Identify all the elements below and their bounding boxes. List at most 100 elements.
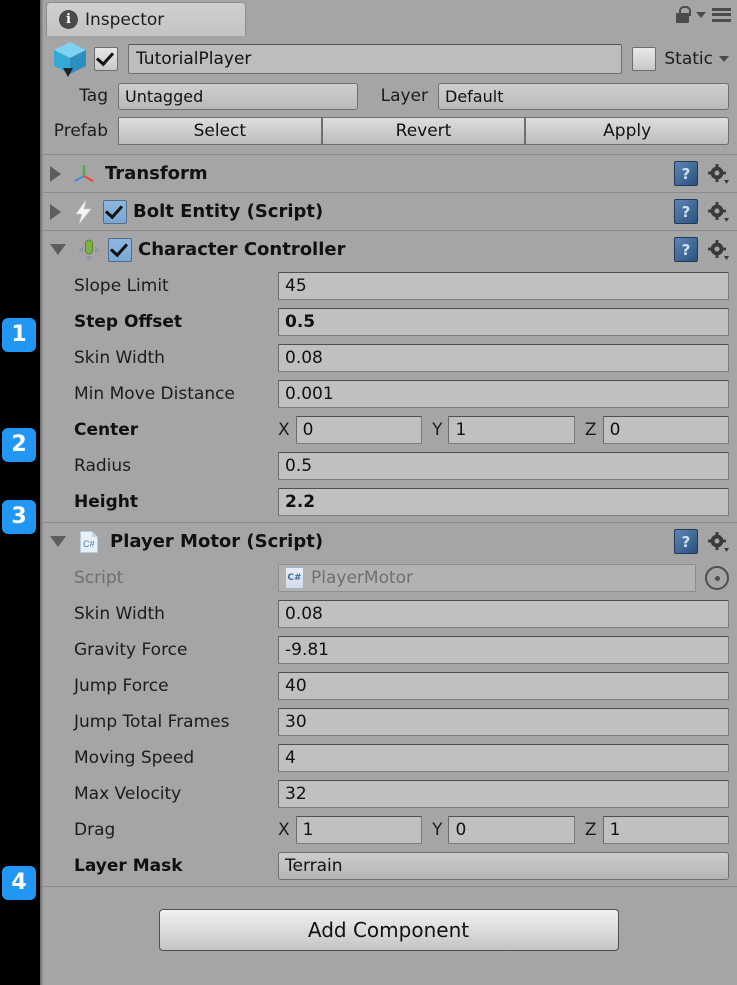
help-icon[interactable]: ? bbox=[674, 199, 698, 224]
axis-label-z: Z bbox=[584, 820, 597, 840]
inspector-tabbar: i Inspector bbox=[40, 0, 737, 36]
min-move-distance-input[interactable]: 0.001 bbox=[278, 380, 729, 408]
property-label: Drag bbox=[74, 820, 116, 840]
property-row-min-move-distance: Min Move Distance 0.001 bbox=[48, 376, 729, 412]
property-row-height: Height 2.2 bbox=[48, 484, 729, 520]
tab-inspector[interactable]: i Inspector bbox=[46, 2, 246, 36]
chevron-down-icon[interactable] bbox=[696, 11, 706, 18]
annotation-badge-1: 1 bbox=[2, 318, 36, 352]
csharp-script-icon: C# bbox=[285, 567, 304, 589]
component-enabled-checkbox[interactable] bbox=[108, 237, 132, 262]
cube-icon bbox=[48, 39, 94, 79]
gear-icon[interactable] bbox=[707, 531, 729, 553]
property-label: Center bbox=[74, 420, 139, 440]
tag-label: Tag bbox=[79, 86, 108, 106]
gear-icon[interactable] bbox=[707, 163, 729, 185]
gravity-force-input[interactable]: -9.81 bbox=[278, 636, 729, 664]
center-y-input[interactable]: 1 bbox=[448, 416, 575, 444]
property-row-jump-force: Jump Force 40 bbox=[48, 668, 729, 704]
property-label: Radius bbox=[74, 456, 132, 476]
height-input[interactable]: 2.2 bbox=[278, 488, 729, 516]
component-header-player-motor[interactable]: C# Player Motor (Script) ? bbox=[40, 522, 737, 560]
tag-dropdown[interactable]: Untagged bbox=[118, 82, 358, 110]
slope-limit-input[interactable]: 45 bbox=[278, 272, 729, 300]
motor-skin-width-input[interactable]: 0.08 bbox=[278, 600, 729, 628]
help-icon[interactable]: ? bbox=[674, 237, 698, 262]
jump-force-input[interactable]: 40 bbox=[278, 672, 729, 700]
component-enabled-checkbox[interactable] bbox=[103, 199, 127, 224]
add-component-area: Add Component bbox=[40, 887, 737, 951]
axis-label-y: Y bbox=[432, 420, 443, 440]
gameobject-header: TutorialPlayer Static Tag Untagged Layer… bbox=[40, 36, 737, 154]
component-header-character-controller[interactable]: Character Controller ? bbox=[40, 230, 737, 268]
layer-mask-dropdown[interactable]: Terrain bbox=[278, 852, 729, 880]
script-object-field[interactable]: C# PlayerMotor bbox=[278, 564, 696, 592]
property-label: Script bbox=[74, 568, 124, 588]
step-offset-input[interactable]: 0.5 bbox=[278, 308, 729, 336]
gameobject-enabled-checkbox[interactable] bbox=[94, 47, 118, 71]
skin-width-input[interactable]: 0.08 bbox=[278, 344, 729, 372]
component-title: Bolt Entity (Script) bbox=[133, 201, 324, 222]
foldout-closed-icon[interactable] bbox=[50, 165, 61, 182]
gear-icon[interactable] bbox=[707, 239, 729, 261]
property-row-layer-mask: Layer Mask Terrain bbox=[48, 848, 729, 884]
center-z-input[interactable]: 0 bbox=[602, 416, 730, 444]
help-icon[interactable]: ? bbox=[674, 161, 698, 186]
info-icon: i bbox=[59, 10, 78, 29]
tabbar-controls bbox=[675, 6, 731, 23]
property-row-gravity-force: Gravity Force -9.81 bbox=[48, 632, 729, 668]
prefab-label: Prefab bbox=[53, 121, 108, 141]
property-label: Jump Force bbox=[74, 676, 169, 696]
moving-speed-input[interactable]: 4 bbox=[278, 744, 729, 772]
drag-x-input[interactable]: 1 bbox=[295, 816, 423, 844]
radius-input[interactable]: 0.5 bbox=[278, 452, 729, 480]
lock-icon[interactable] bbox=[675, 6, 691, 23]
transform-gizmo-icon bbox=[69, 162, 99, 186]
layer-dropdown[interactable]: Default bbox=[438, 82, 729, 110]
property-row-jump-total-frames: Jump Total Frames 30 bbox=[48, 704, 729, 740]
add-component-button[interactable]: Add Component bbox=[158, 909, 619, 951]
component-title: Player Motor (Script) bbox=[110, 531, 324, 552]
property-row-max-velocity: Max Velocity 32 bbox=[48, 776, 729, 812]
drag-z-input[interactable]: 1 bbox=[602, 816, 730, 844]
prefab-select-button[interactable]: Select bbox=[118, 117, 322, 145]
foldout-open-icon[interactable] bbox=[50, 244, 66, 255]
property-row-step-offset: Step Offset 0.5 bbox=[48, 304, 729, 340]
property-label: Jump Total Frames bbox=[74, 712, 230, 732]
property-label: Layer Mask bbox=[74, 856, 183, 876]
static-dropdown-icon[interactable] bbox=[719, 56, 729, 62]
foldout-closed-icon[interactable] bbox=[50, 203, 61, 220]
component-header-bolt-entity[interactable]: Bolt Entity (Script) ? bbox=[40, 192, 737, 230]
help-icon[interactable]: ? bbox=[674, 529, 698, 554]
axis-label-x: X bbox=[278, 420, 290, 440]
max-velocity-input[interactable]: 32 bbox=[278, 780, 729, 808]
character-controller-properties: Slope Limit 45 Step Offset 0.5 Skin Widt… bbox=[40, 268, 737, 522]
gear-icon[interactable] bbox=[707, 201, 729, 223]
gameobject-name-input[interactable]: TutorialPlayer bbox=[128, 44, 623, 74]
inspector-screenshot: 1 2 3 4 i Inspector TutorialPlayer Stati… bbox=[0, 0, 737, 985]
property-label: Skin Width bbox=[74, 604, 165, 624]
drag-y-input[interactable]: 0 bbox=[448, 816, 575, 844]
property-label: Moving Speed bbox=[74, 748, 195, 768]
component-header-transform[interactable]: Transform ? bbox=[40, 154, 737, 192]
property-row-moving-speed: Moving Speed 4 bbox=[48, 740, 729, 776]
gameobject-name-row: TutorialPlayer Static bbox=[48, 39, 729, 79]
object-picker-icon[interactable] bbox=[705, 566, 729, 590]
property-row-script: Script C# PlayerMotor bbox=[48, 560, 729, 596]
center-x-input[interactable]: 0 bbox=[295, 416, 423, 444]
property-label: Gravity Force bbox=[74, 640, 188, 660]
static-checkbox[interactable] bbox=[632, 47, 657, 71]
hamburger-menu-icon[interactable] bbox=[712, 7, 731, 22]
prefab-apply-button[interactable]: Apply bbox=[525, 117, 730, 145]
prefab-revert-button[interactable]: Revert bbox=[321, 117, 526, 145]
property-row-skin-width-motor: Skin Width 0.08 bbox=[48, 596, 729, 632]
foldout-open-icon[interactable] bbox=[50, 536, 66, 547]
property-row-drag: Drag X 1 Y 0 Z 1 bbox=[48, 812, 730, 848]
property-row-skin-width: Skin Width 0.08 bbox=[48, 340, 729, 376]
property-row-radius: Radius 0.5 bbox=[48, 448, 729, 484]
jump-total-frames-input[interactable]: 30 bbox=[278, 708, 729, 736]
axis-label-x: X bbox=[278, 820, 290, 840]
player-motor-properties: Script C# PlayerMotor Skin Width 0.08 Gr… bbox=[40, 560, 737, 886]
annotation-badge-4: 4 bbox=[2, 866, 36, 900]
property-label: Height bbox=[74, 492, 138, 512]
